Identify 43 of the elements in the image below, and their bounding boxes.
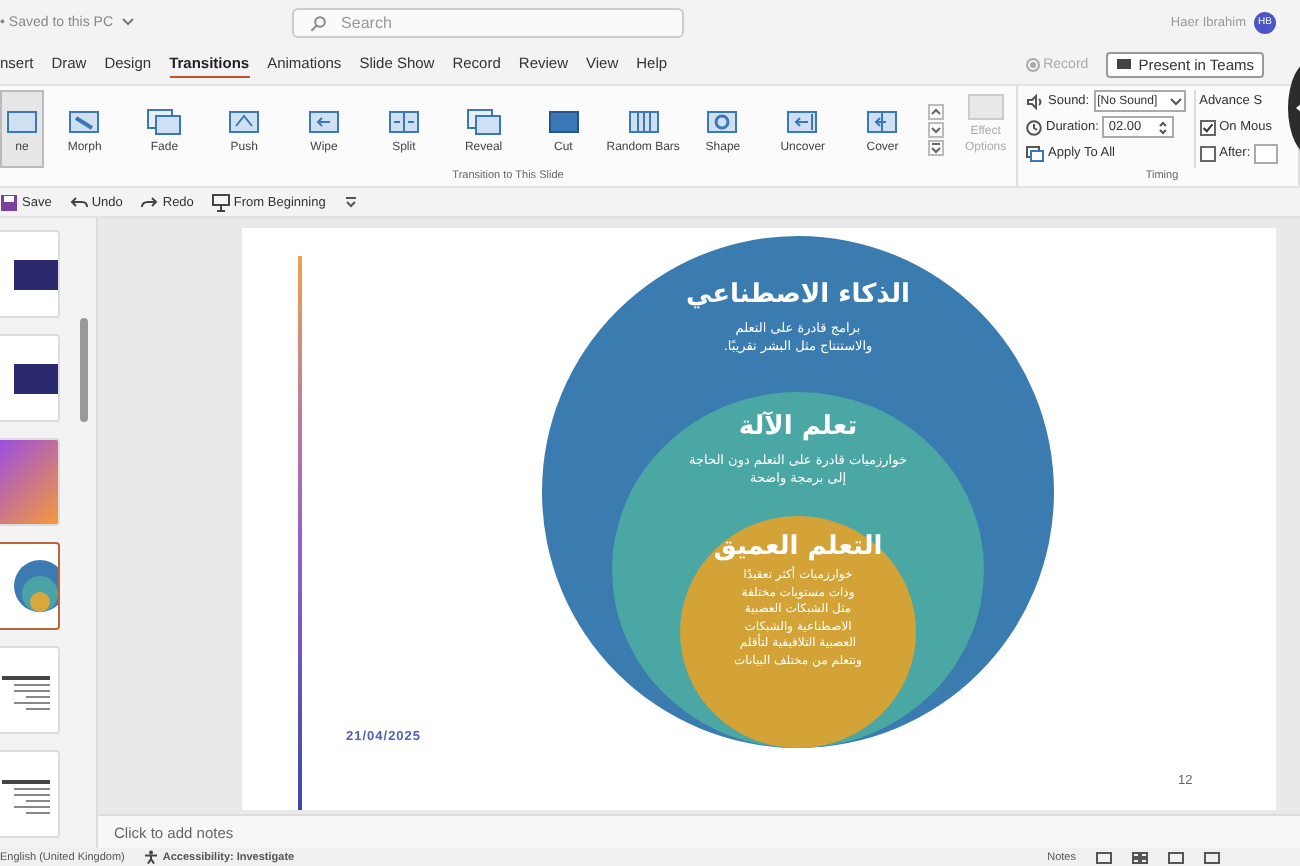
circle-title: الذكاء الاصطناعي <box>685 280 911 312</box>
checkbox[interactable] <box>1199 119 1216 135</box>
chevron-down-icon <box>121 18 134 26</box>
circle-title: تعلم الآلة <box>738 412 858 444</box>
after-field[interactable] <box>1254 143 1279 163</box>
reading-view-icon[interactable] <box>1168 851 1184 863</box>
undo-icon <box>69 193 88 211</box>
spin-arrows-icon <box>1158 119 1169 135</box>
wipe-icon <box>304 105 345 137</box>
cut-icon <box>543 105 584 137</box>
split-icon <box>383 105 424 137</box>
clock-icon <box>1026 119 1042 135</box>
slides-icon <box>1026 145 1044 161</box>
slide-icon <box>2 105 42 137</box>
monitor-icon <box>1116 57 1133 71</box>
search-field[interactable]: Search <box>291 7 684 37</box>
circle-title: التعلم العميق <box>713 532 883 564</box>
slide-thumbnail[interactable] <box>0 542 60 630</box>
bars-icon <box>623 105 664 137</box>
speaker-icon <box>1026 93 1044 109</box>
record-icon <box>1025 57 1040 71</box>
customize-icon[interactable] <box>343 196 358 208</box>
slideshow-icon[interactable] <box>1204 851 1220 863</box>
slide-sorter-icon[interactable] <box>1132 851 1148 863</box>
scrollbar-thumb[interactable] <box>80 318 88 422</box>
cover-icon <box>862 105 903 137</box>
chevron-down-icon <box>1169 97 1182 105</box>
save-icon <box>0 193 18 211</box>
uncover-icon <box>782 105 823 137</box>
scroll-up-icon[interactable] <box>927 103 944 119</box>
shape-icon <box>702 105 743 137</box>
fade-icon <box>144 105 185 137</box>
person-icon <box>144 850 159 864</box>
push-icon <box>224 105 265 137</box>
search-icon <box>309 15 326 31</box>
more-icon[interactable] <box>927 139 944 155</box>
scroll-down-icon[interactable] <box>927 121 944 137</box>
checkbox[interactable] <box>1199 145 1216 161</box>
projector-icon <box>211 193 230 211</box>
normal-view-icon[interactable] <box>1096 851 1112 863</box>
redo-icon <box>140 193 159 211</box>
morph-icon <box>64 105 105 137</box>
reveal-icon <box>463 105 504 137</box>
